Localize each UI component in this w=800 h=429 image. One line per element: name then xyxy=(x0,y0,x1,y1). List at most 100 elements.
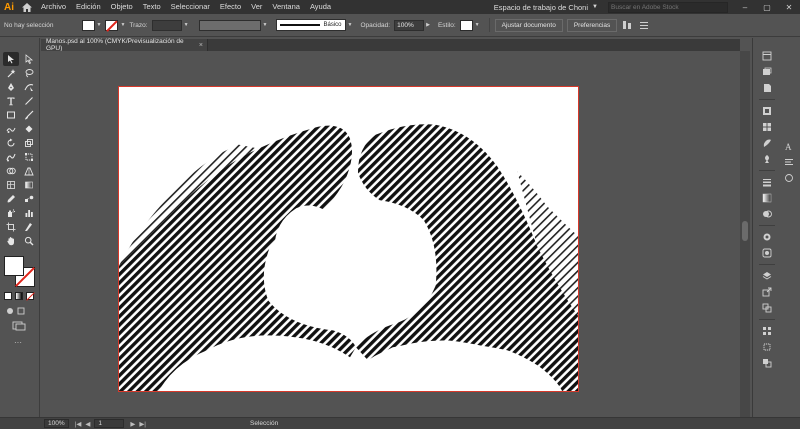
last-artboard-icon[interactable]: ▶| xyxy=(139,420,146,428)
maximize-button[interactable]: ▢ xyxy=(756,3,778,12)
menu-edicion[interactable]: Edición xyxy=(71,0,106,14)
curvature-tool-icon[interactable] xyxy=(21,80,37,94)
zoom-field[interactable]: 100% xyxy=(44,419,69,428)
type-tool-icon[interactable] xyxy=(3,94,19,108)
swatches-icon[interactable] xyxy=(761,121,773,133)
lasso-tool-icon[interactable] xyxy=(21,66,37,80)
none-mode-icon[interactable] xyxy=(26,292,34,300)
close-button[interactable]: ✕ xyxy=(778,3,800,12)
rectangle-tool-icon[interactable] xyxy=(3,108,19,122)
fill-color-box[interactable] xyxy=(4,256,24,276)
artboard-number-field[interactable]: 1 xyxy=(94,419,125,428)
align-icon[interactable] xyxy=(621,19,633,31)
slice-tool-icon[interactable] xyxy=(21,220,37,234)
mesh-tool-icon[interactable] xyxy=(3,178,19,192)
paintbrush-tool-icon[interactable] xyxy=(21,108,37,122)
eraser-tool-icon[interactable] xyxy=(21,122,37,136)
layers-icon[interactable] xyxy=(761,66,773,78)
menu-seleccionar[interactable]: Seleccionar xyxy=(166,0,215,14)
stroke-panel-icon[interactable] xyxy=(761,176,773,188)
next-artboard-icon[interactable]: ▶ xyxy=(130,420,135,428)
current-tool-status[interactable]: Selección xyxy=(250,420,278,427)
character-icon[interactable]: A xyxy=(783,140,795,152)
variable-width-field[interactable] xyxy=(198,19,261,31)
selection-tool-icon[interactable] xyxy=(3,52,19,66)
opacity-field[interactable]: 100% xyxy=(394,19,425,31)
paragraph-icon[interactable] xyxy=(783,156,795,168)
stock-search[interactable] xyxy=(608,1,728,13)
perspective-grid-tool-icon[interactable] xyxy=(21,164,37,178)
chevron-down-icon[interactable]: ▼ xyxy=(592,4,602,10)
screen-mode-icon[interactable] xyxy=(12,321,26,333)
gradient-mode-icon[interactable] xyxy=(15,292,23,300)
menu-archivo[interactable]: Archivo xyxy=(36,0,71,14)
appearance-icon[interactable] xyxy=(761,231,773,243)
stroke-swatch[interactable] xyxy=(105,19,119,31)
artboard[interactable] xyxy=(118,86,579,392)
brush-definition[interactable]: Básico xyxy=(275,19,346,31)
magic-wand-tool-icon[interactable] xyxy=(3,66,19,80)
chevron-down-icon[interactable]: ▼ xyxy=(263,22,268,28)
minimize-button[interactable]: – xyxy=(734,3,756,12)
menu-efecto[interactable]: Efecto xyxy=(215,0,246,14)
transparency-icon[interactable] xyxy=(761,208,773,220)
close-icon[interactable]: × xyxy=(199,42,203,49)
chevron-down-icon[interactable]: ▼ xyxy=(184,22,189,28)
align-panel-icon[interactable] xyxy=(761,325,773,337)
artboards-icon[interactable] xyxy=(761,302,773,314)
eyedropper-tool-icon[interactable] xyxy=(3,192,19,206)
preferences-button[interactable]: Preferencias xyxy=(566,18,618,32)
previous-artboard-icon[interactable]: ◀ xyxy=(85,420,90,428)
chevron-right-icon[interactable]: ▶ xyxy=(426,22,430,28)
hand-tool-icon[interactable] xyxy=(3,234,19,248)
menu-ayuda[interactable]: Ayuda xyxy=(305,0,336,14)
panel-menu-icon[interactable] xyxy=(638,19,650,31)
menu-objeto[interactable]: Objeto xyxy=(106,0,138,14)
workspace-switcher[interactable]: Espacio de trabajo de Choni xyxy=(494,3,592,12)
scale-tool-icon[interactable] xyxy=(21,136,37,150)
draw-mode-icon[interactable] xyxy=(6,306,30,318)
color-mode-icon[interactable] xyxy=(4,292,12,300)
gradient-panel-icon[interactable] xyxy=(761,192,773,204)
rotate-tool-icon[interactable] xyxy=(3,136,19,150)
shape-builder-tool-icon[interactable] xyxy=(3,164,19,178)
symbols-icon[interactable] xyxy=(761,153,773,165)
graphic-styles-icon[interactable] xyxy=(761,247,773,259)
chevron-down-icon[interactable]: ▼ xyxy=(97,22,102,28)
chevron-down-icon[interactable]: ▼ xyxy=(475,22,480,28)
export-icon[interactable] xyxy=(761,286,773,298)
line-segment-tool-icon[interactable] xyxy=(21,94,37,108)
menu-ventana[interactable]: Ventana xyxy=(267,0,305,14)
gradient-tool-icon[interactable] xyxy=(21,178,37,192)
home-icon[interactable] xyxy=(18,0,36,14)
chevron-down-icon[interactable]: ▼ xyxy=(348,22,353,28)
shaper-tool-icon[interactable] xyxy=(3,122,19,136)
menu-texto[interactable]: Texto xyxy=(138,0,166,14)
column-graph-tool-icon[interactable] xyxy=(21,206,37,220)
edit-toolbar-icon[interactable]: ··· xyxy=(14,338,22,347)
graphic-style-swatch[interactable] xyxy=(459,19,473,31)
scrollbar-thumb[interactable] xyxy=(742,221,748,241)
fill-swatch[interactable] xyxy=(81,19,95,31)
transform-panel-icon[interactable] xyxy=(761,341,773,353)
warp-tool-icon[interactable] xyxy=(3,150,19,164)
artboard-tool-icon[interactable] xyxy=(3,220,19,234)
opentype-icon[interactable] xyxy=(783,172,795,184)
layers-stack-icon[interactable] xyxy=(761,270,773,282)
properties-icon[interactable] xyxy=(761,50,773,62)
chevron-down-icon[interactable]: ▼ xyxy=(120,22,125,28)
color-icon[interactable] xyxy=(761,105,773,117)
menu-ver[interactable]: Ver xyxy=(246,0,267,14)
vertical-scrollbar[interactable] xyxy=(740,51,750,417)
pen-tool-icon[interactable] xyxy=(3,80,19,94)
blend-tool-icon[interactable] xyxy=(21,192,37,206)
first-artboard-icon[interactable]: |◀ xyxy=(75,420,82,428)
zoom-tool-icon[interactable] xyxy=(21,234,37,248)
canvas-area[interactable] xyxy=(41,51,738,417)
free-transform-tool-icon[interactable] xyxy=(21,150,37,164)
libraries-icon[interactable] xyxy=(761,82,773,94)
pathfinder-icon[interactable] xyxy=(761,357,773,369)
stroke-weight-field[interactable] xyxy=(151,19,182,31)
symbol-sprayer-tool-icon[interactable] xyxy=(3,206,19,220)
document-setup-button[interactable]: Ajustar documento xyxy=(494,18,563,32)
